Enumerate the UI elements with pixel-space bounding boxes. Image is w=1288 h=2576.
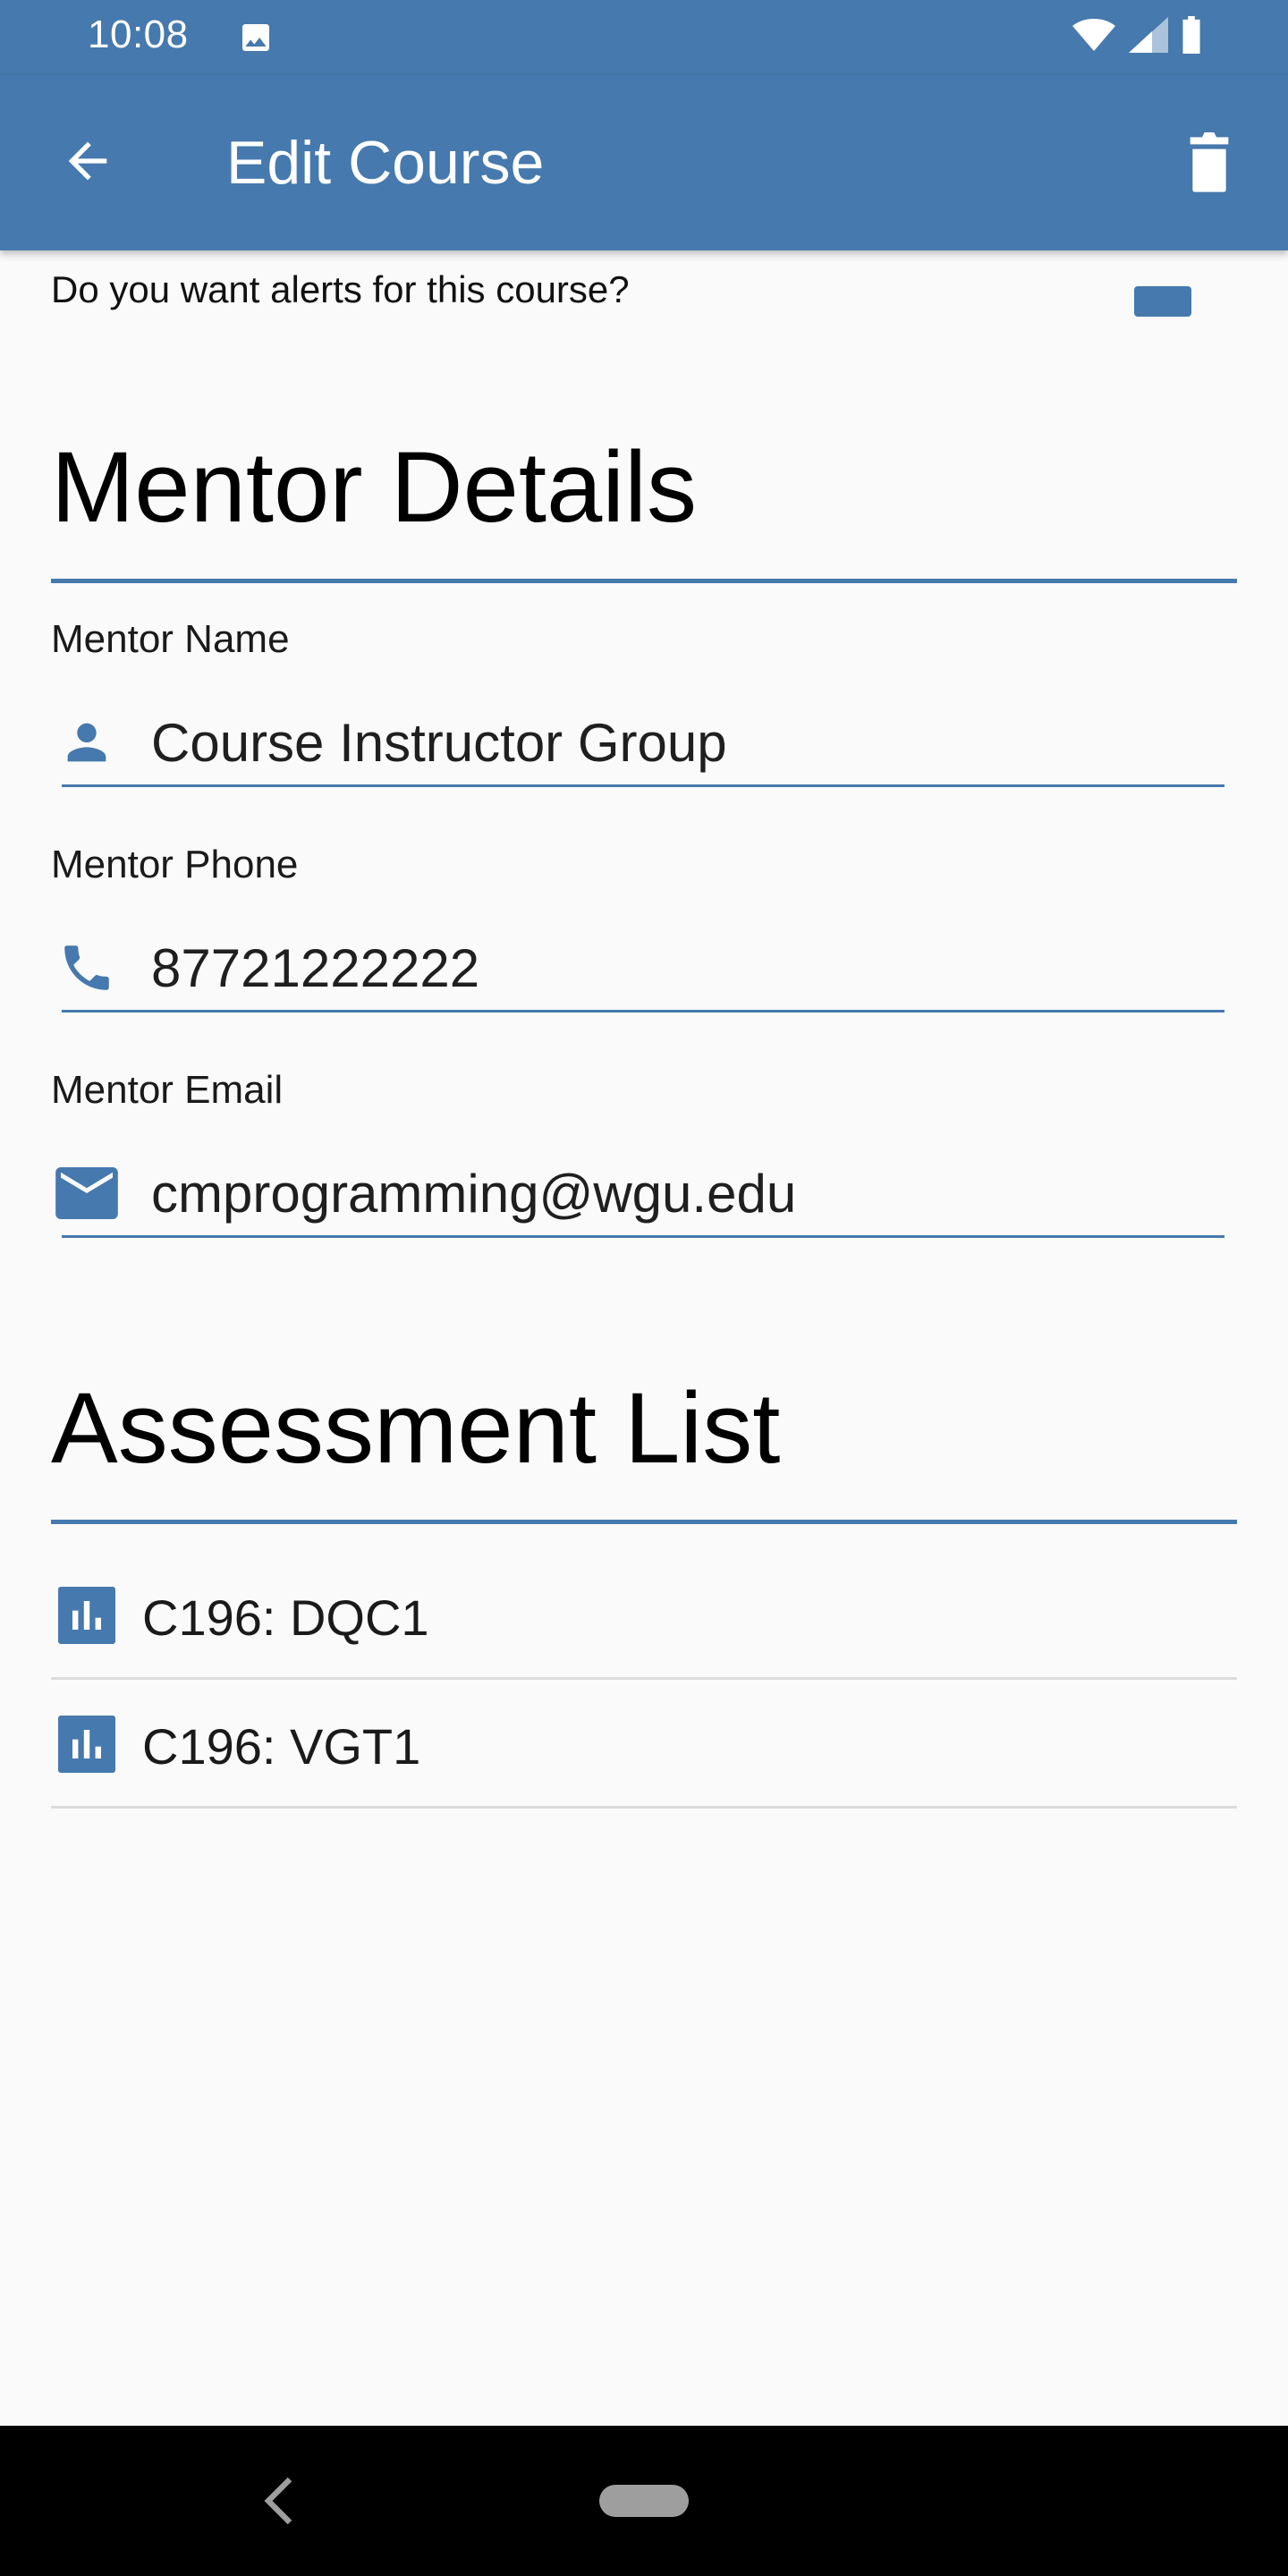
bar-chart-icon — [58, 1716, 115, 1773]
mentor-details-divider — [51, 579, 1237, 583]
mentor-email-input[interactable]: cmprogramming@wgu.edu — [151, 1163, 796, 1224]
wifi-icon — [1072, 17, 1116, 57]
assessment-label: C196: DQC1 — [142, 1589, 429, 1646]
email-icon — [51, 1157, 123, 1229]
mentor-email-underline — [62, 1235, 1224, 1238]
phone-icon — [51, 932, 123, 1004]
status-icons — [1072, 16, 1202, 58]
alerts-question: Do you want alerts for this course? — [51, 268, 630, 310]
mentor-name-label: Mentor Name — [51, 617, 290, 661]
home-pill-icon[interactable] — [599, 2485, 689, 2517]
mentor-phone-field[interactable]: 87721222222 — [51, 923, 1224, 1013]
nav-back-button[interactable] — [261, 2476, 297, 2526]
nav-back-icon — [261, 2477, 297, 2529]
mentor-details-heading: Mentor Details — [51, 431, 698, 543]
signal-icon — [1129, 17, 1168, 57]
battery-icon — [1181, 16, 1202, 58]
assessment-item-dqc1[interactable]: C196: DQC1 — [51, 1551, 1237, 1680]
alerts-checkbox[interactable] — [1134, 286, 1191, 317]
mentor-email-label: Mentor Email — [51, 1068, 284, 1112]
page-title: Edit Course — [226, 129, 545, 197]
status-time: 10:08 — [88, 13, 189, 56]
mentor-name-field[interactable]: Course Instructor Group — [51, 698, 1224, 787]
image-icon — [238, 20, 274, 55]
arrow-back-icon — [59, 132, 116, 194]
assessment-item-vgt1[interactable]: C196: VGT1 — [51, 1680, 1237, 1809]
mentor-name-input[interactable]: Course Instructor Group — [151, 712, 727, 774]
scroll-content[interactable]: Do you want alerts for this course? Ment… — [0, 250, 1288, 2426]
back-button[interactable] — [47, 122, 129, 204]
delete-course-button[interactable] — [1166, 120, 1252, 206]
mentor-phone-underline — [62, 1010, 1224, 1013]
mentor-name-underline — [62, 784, 1224, 787]
mentor-email-field[interactable]: cmprogramming@wgu.edu — [51, 1148, 1224, 1238]
mentor-phone-label: Mentor Phone — [51, 843, 299, 886]
person-icon — [51, 707, 123, 778]
assessment-label: C196: VGT1 — [142, 1718, 421, 1775]
bar-chart-icon — [58, 1587, 115, 1644]
assessment-list-heading: Assessment List — [51, 1372, 781, 1484]
status-bar: 10:08 — [0, 0, 1288, 75]
app-bar: Edit Course — [0, 75, 1288, 250]
assessment-list-divider — [51, 1520, 1237, 1524]
trash-icon — [1181, 130, 1238, 197]
mentor-phone-input[interactable]: 87721222222 — [151, 937, 479, 999]
system-nav-bar — [0, 2426, 1288, 2576]
